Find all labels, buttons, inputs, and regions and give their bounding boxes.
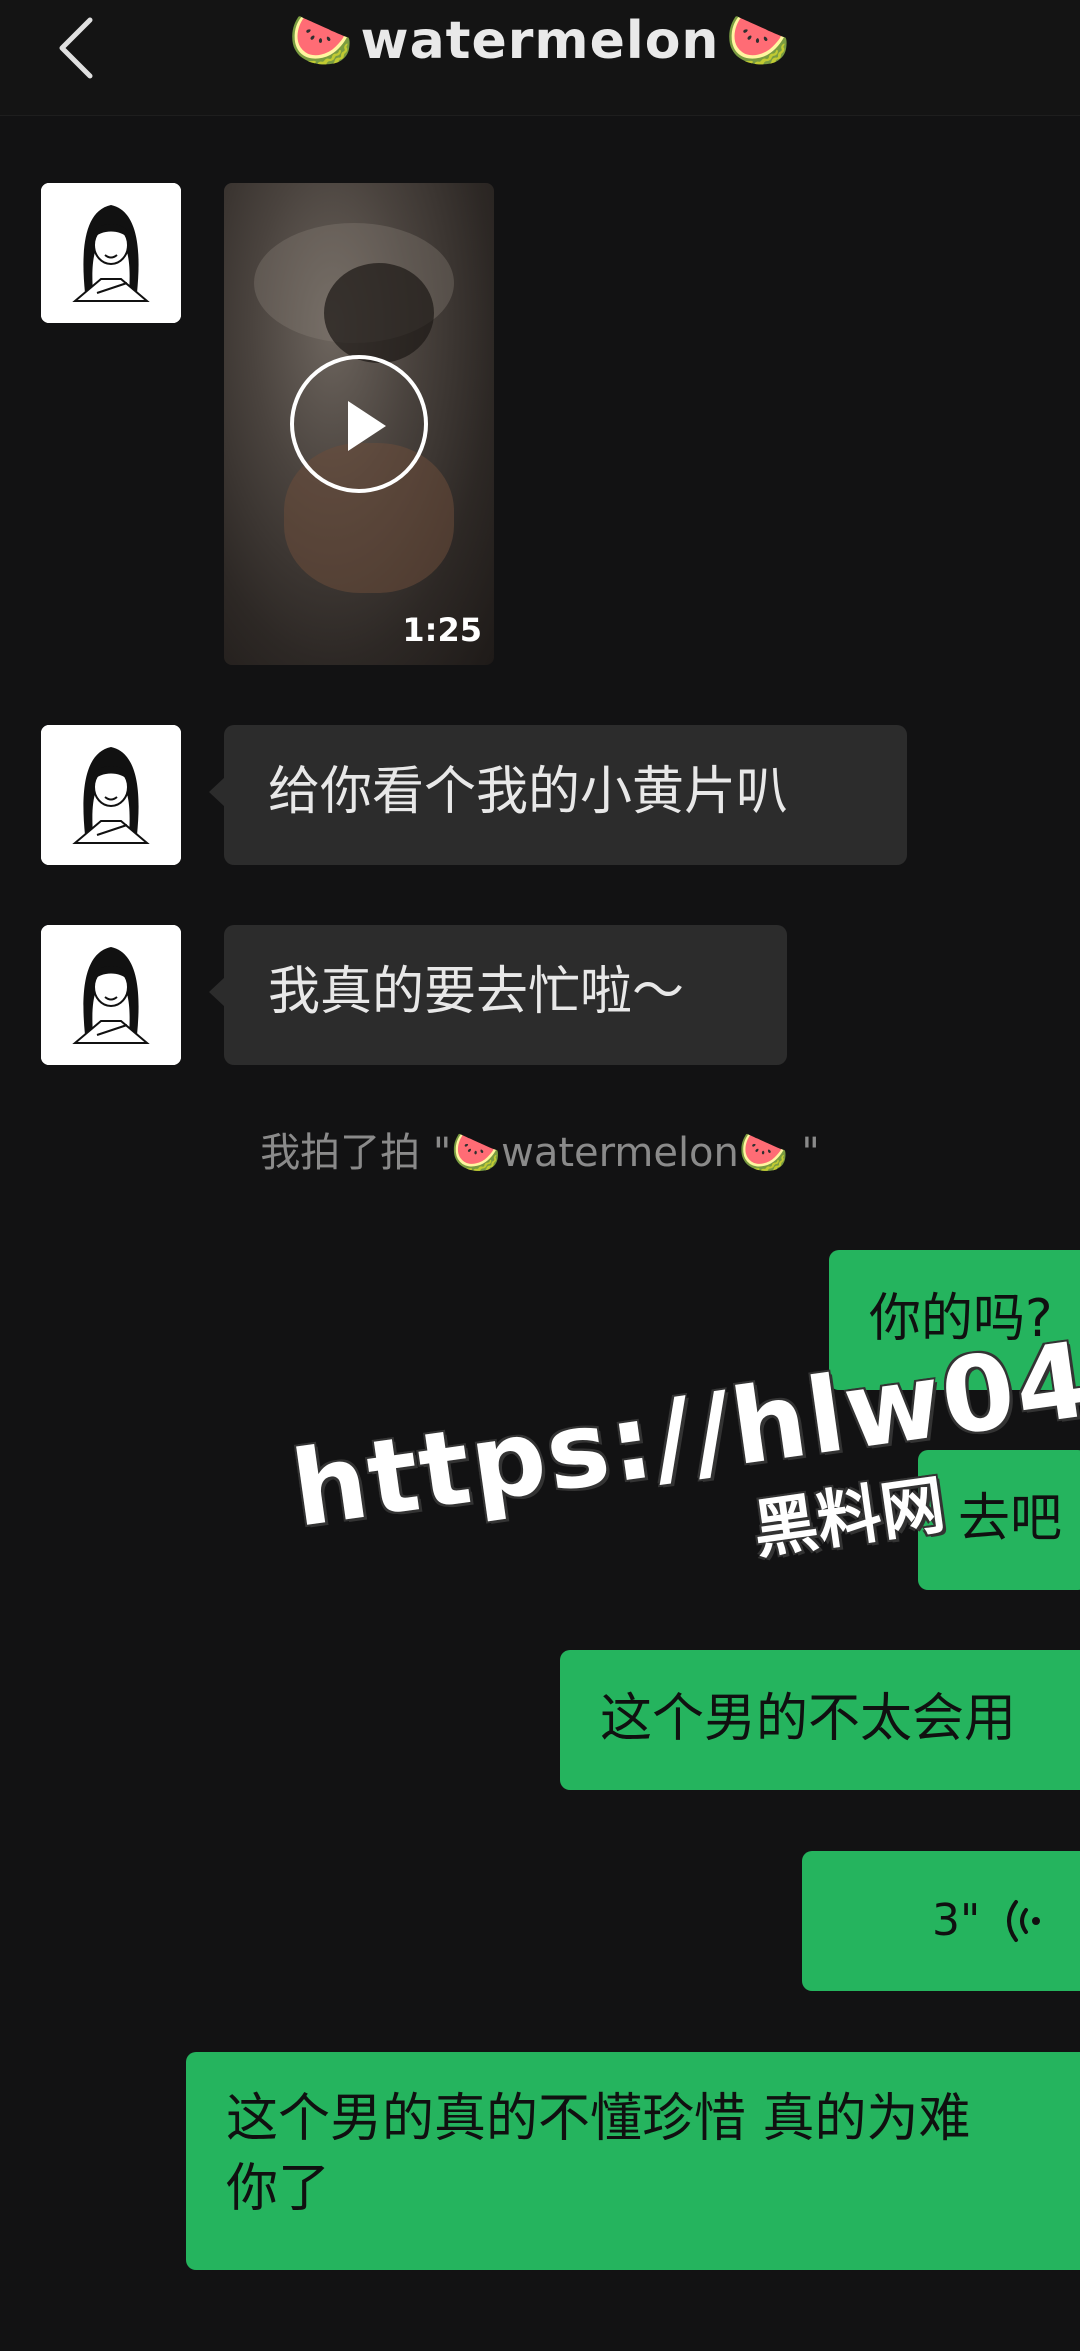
message-bubble-outgoing[interactable]: 你的吗? xyxy=(829,1250,1080,1390)
contact-avatar[interactable] xyxy=(41,183,181,323)
chat-title: 🍉 watermelon 🍉 xyxy=(0,10,1080,72)
message-bubble-outgoing[interactable]: 这个男的真的不懂珍惜 真的为难 你了 xyxy=(186,2052,1080,2270)
avatar-girl-icon xyxy=(41,925,181,1065)
voice-message[interactable]: 3" xyxy=(802,1851,1080,1991)
chat-header: 🍉 watermelon 🍉 xyxy=(0,0,1080,116)
message-bubble-incoming[interactable]: 给你看个我的小黄片叭 xyxy=(209,725,907,865)
message-line: 你了 xyxy=(226,2159,331,2220)
voice-wave-icon xyxy=(1007,1900,1041,1942)
video-message[interactable]: 1:25 xyxy=(224,183,494,665)
contact-avatar[interactable] xyxy=(41,925,181,1065)
voice-duration: 3" xyxy=(932,1895,981,1947)
video-duration: 1:25 xyxy=(402,611,482,649)
watermelon-icon: 🍉 xyxy=(725,11,792,71)
chat-screen: 🍉 watermelon 🍉 1:25 给你看个我的小黄片叭 我真的要去忙啦～ … xyxy=(0,0,1080,2351)
avatar-girl-icon xyxy=(41,183,181,323)
pat-notice: 我拍了拍 "🍉watermelon🍉 " xyxy=(260,1130,820,1176)
message-bubble-outgoing[interactable]: 这个男的不太会用 xyxy=(560,1650,1080,1790)
message-bubble-incoming[interactable]: 我真的要去忙啦～ xyxy=(209,925,787,1065)
video-thumbnail xyxy=(324,263,434,363)
contact-name: watermelon xyxy=(360,10,720,71)
message-line: 这个男的真的不懂珍惜 真的为难 xyxy=(226,2089,971,2149)
message-bubble-outgoing[interactable]: 去吧 xyxy=(918,1450,1080,1590)
play-icon[interactable] xyxy=(290,355,428,493)
watermelon-icon: 🍉 xyxy=(288,11,355,71)
avatar-girl-icon xyxy=(41,725,181,865)
contact-avatar[interactable] xyxy=(41,725,181,865)
